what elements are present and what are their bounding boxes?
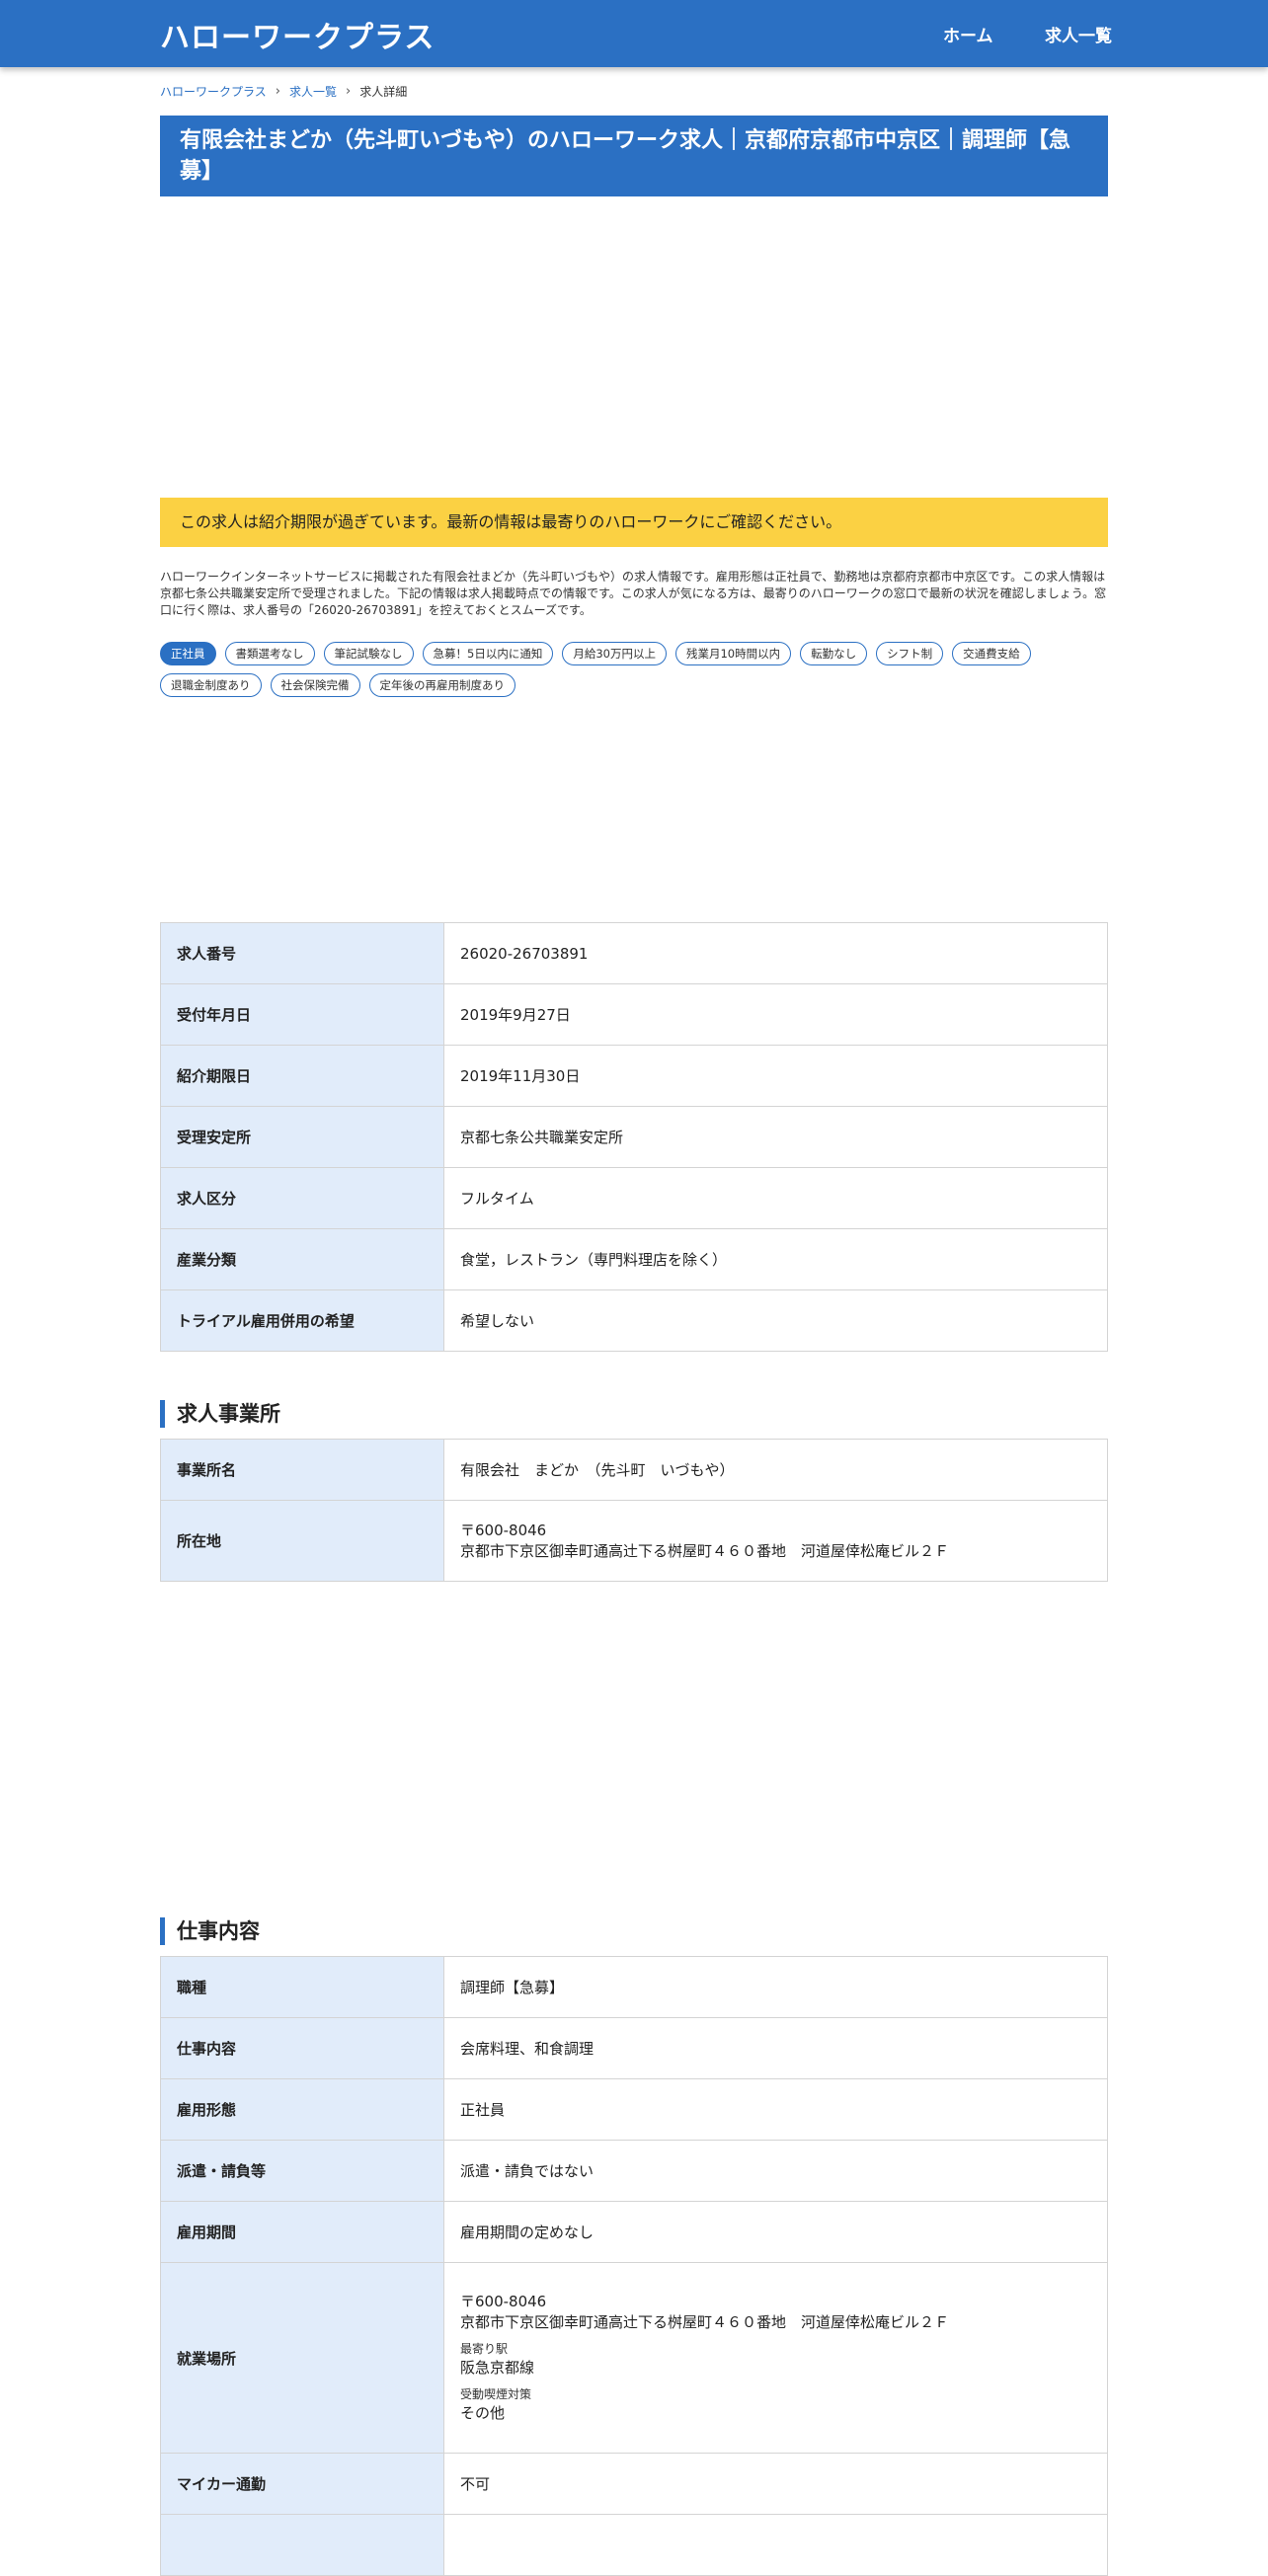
row-value: 正社員: [443, 2078, 1108, 2141]
table-row: 産業分類 食堂，レストラン（専門料理店を除く）: [160, 1228, 1108, 1290]
office-info-table: 事業所名 有限会社 まどか （先斗町 いづもや） 所在地 〒600-8046 京都市…: [160, 1439, 1108, 1582]
table-row: 受付年月日 2019年9月27日: [160, 983, 1108, 1046]
row-value: 調理師【急募】: [443, 1956, 1108, 2018]
tag-item[interactable]: 残業月10時間以内: [674, 642, 792, 665]
row-label: マイカー通勤: [160, 2453, 444, 2515]
tag-item[interactable]: 退職金制度あり: [160, 673, 262, 697]
row-value: 派遣・請負ではない: [443, 2140, 1108, 2202]
row-label: 求人区分: [160, 1167, 444, 1229]
row-label: [160, 2514, 444, 2576]
row-value: フルタイム: [443, 1167, 1108, 1229]
table-row: 事業所名 有限会社 まどか （先斗町 いづもや）: [160, 1439, 1108, 1501]
smoking-label: 受動喫煙対策: [460, 2387, 532, 2401]
office-name: 有限会社 まどか （先斗町 いづもや）: [443, 1439, 1108, 1501]
row-label: 産業分類: [160, 1228, 444, 1290]
row-label: 仕事内容: [160, 2017, 444, 2079]
tag-item[interactable]: シフト制: [876, 642, 944, 665]
tag-item[interactable]: 定年後の再雇用制度あり: [368, 673, 515, 697]
smoking-value: その他: [460, 2404, 506, 2422]
row-value: [443, 2514, 1108, 2576]
tag-item[interactable]: 交通費支給: [952, 642, 1031, 665]
table-row: 求人区分 フルタイム: [160, 1167, 1108, 1229]
row-value: 京都七条公共職業安定所: [443, 1106, 1108, 1168]
tag-item[interactable]: 筆記試験なし: [323, 642, 414, 665]
workplace-address: 京都市下京区御幸町通高辻下る桝屋町４６０番地 河道屋倖松庵ビル２Ｆ: [460, 2313, 950, 2331]
row-value: 〒600-8046 京都市下京区御幸町通高辻下る桝屋町４６０番地 河道屋倖松庵ビル…: [443, 1500, 1108, 1582]
breadcrumb-list-link[interactable]: 求人一覧: [289, 83, 337, 100]
row-value: 会席料理、和食調理: [443, 2017, 1108, 2079]
workplace-postal: 〒600-8046: [460, 2293, 547, 2310]
table-row: マイカー通勤 不可: [160, 2453, 1108, 2515]
tag-item[interactable]: 急募！5日以内に通知: [422, 642, 554, 665]
row-value: 2019年9月27日: [443, 983, 1108, 1046]
page-title: 有限会社まどか（先斗町いづもや）のハローワーク求人｜京都府京都市中京区｜調理師【…: [160, 116, 1108, 196]
row-value: 不可: [443, 2453, 1108, 2515]
row-label: 事業所名: [160, 1439, 444, 1501]
chevron-right-icon: ›: [345, 84, 352, 99]
expired-notice: この求人は紹介期限が過ぎています。最新の情報は最寄りのハローワークにご確認くださ…: [160, 498, 1108, 547]
table-row: [160, 2514, 1108, 2576]
feature-tags: 正社員 書類選考なし 筆記試験なし 急募！5日以内に通知 月給30万円以上 残業…: [160, 642, 1108, 697]
tag-item[interactable]: 社会保険完備: [270, 673, 360, 697]
row-label: 雇用期間: [160, 2201, 444, 2263]
breadcrumb-current: 求人詳細: [359, 85, 408, 99]
office-address: 京都市下京区御幸町通高辻下る桝屋町４６０番地 河道屋倖松庵ビル２Ｆ: [460, 1541, 950, 1560]
row-label: 紹介期限日: [160, 1045, 444, 1107]
table-row: 就業場所 〒600-8046 京都市下京区御幸町通高辻下る桝屋町４６０番地 河道…: [160, 2262, 1108, 2454]
workplace-value: 〒600-8046 京都市下京区御幸町通高辻下る桝屋町４６０番地 河道屋倖松庵ビ…: [443, 2262, 1108, 2454]
table-row: 雇用期間 雇用期間の定めなし: [160, 2201, 1108, 2263]
job-info-table: 職種 調理師【急募】 仕事内容 会席料理、和食調理 雇用形態 正社員 派遣・請負等 派遣…: [160, 1956, 1108, 2576]
row-label: 職種: [160, 1956, 444, 2018]
nav-job-list-link[interactable]: 求人一覧: [1045, 22, 1112, 46]
breadcrumb: ハローワークプラス › 求人一覧 › 求人詳細: [160, 83, 407, 100]
table-row: 受理安定所 京都七条公共職業安定所: [160, 1106, 1108, 1168]
table-row: 紹介期限日 2019年11月30日: [160, 1045, 1108, 1107]
breadcrumb-home-link[interactable]: ハローワークプラス: [160, 83, 267, 100]
table-row: 雇用形態 正社員: [160, 2078, 1108, 2141]
nav-home-link[interactable]: ホーム: [943, 22, 993, 46]
tag-item[interactable]: 転勤なし: [800, 642, 868, 665]
section-heading-office: 求人事業所: [160, 1400, 280, 1428]
station-label: 最寄り駅: [460, 2342, 509, 2356]
intro-text: ハローワークインターネットサービスに掲載された有限会社まどか（先斗町いづもや）の…: [160, 570, 1107, 617]
row-label: 派遣・請負等: [160, 2140, 444, 2202]
row-label: 所在地: [160, 1500, 444, 1582]
row-value: 希望しない: [443, 1289, 1108, 1352]
site-logo[interactable]: ハローワークプラス: [160, 13, 435, 56]
table-row: 仕事内容 会席料理、和食調理: [160, 2017, 1108, 2079]
table-row: 所在地 〒600-8046 京都市下京区御幸町通高辻下る桝屋町４６０番地 河道屋倖…: [160, 1500, 1108, 1582]
row-label: 受理安定所: [160, 1106, 444, 1168]
chevron-right-icon: ›: [275, 84, 280, 99]
table-row: トライアル雇用併用の希望 希望しない: [160, 1289, 1108, 1352]
tag-item[interactable]: 月給30万円以上: [562, 642, 667, 665]
row-label: トライアル雇用併用の希望: [160, 1289, 444, 1352]
table-row: 派遣・請負等 派遣・請負ではない: [160, 2140, 1108, 2202]
site-header: ハローワークプラス ホーム 求人一覧: [0, 0, 1268, 67]
row-label: 雇用形態: [160, 2078, 444, 2141]
row-value: 26020-26703891: [443, 922, 1108, 984]
table-row: 職種 調理師【急募】: [160, 1956, 1108, 2018]
section-heading-job: 仕事内容: [160, 1917, 260, 1945]
office-postal: 〒600-8046: [460, 1521, 547, 1539]
row-label: 求人番号: [160, 922, 444, 984]
tag-item[interactable]: 正社員: [160, 642, 216, 665]
station-value: 阪急京都線: [460, 2359, 535, 2377]
tag-item[interactable]: 書類選考なし: [224, 642, 315, 665]
row-value: 雇用期間の定めなし: [443, 2201, 1108, 2263]
row-value: 食堂，レストラン（専門料理店を除く）: [443, 1228, 1108, 1290]
table-row: 求人番号 26020-26703891: [160, 922, 1108, 984]
row-label: 就業場所: [160, 2262, 444, 2454]
basic-info-table: 求人番号 26020-26703891 受付年月日 2019年9月27日 紹介期限日…: [160, 922, 1108, 1352]
row-label: 受付年月日: [160, 983, 444, 1046]
row-value: 2019年11月30日: [443, 1045, 1108, 1107]
